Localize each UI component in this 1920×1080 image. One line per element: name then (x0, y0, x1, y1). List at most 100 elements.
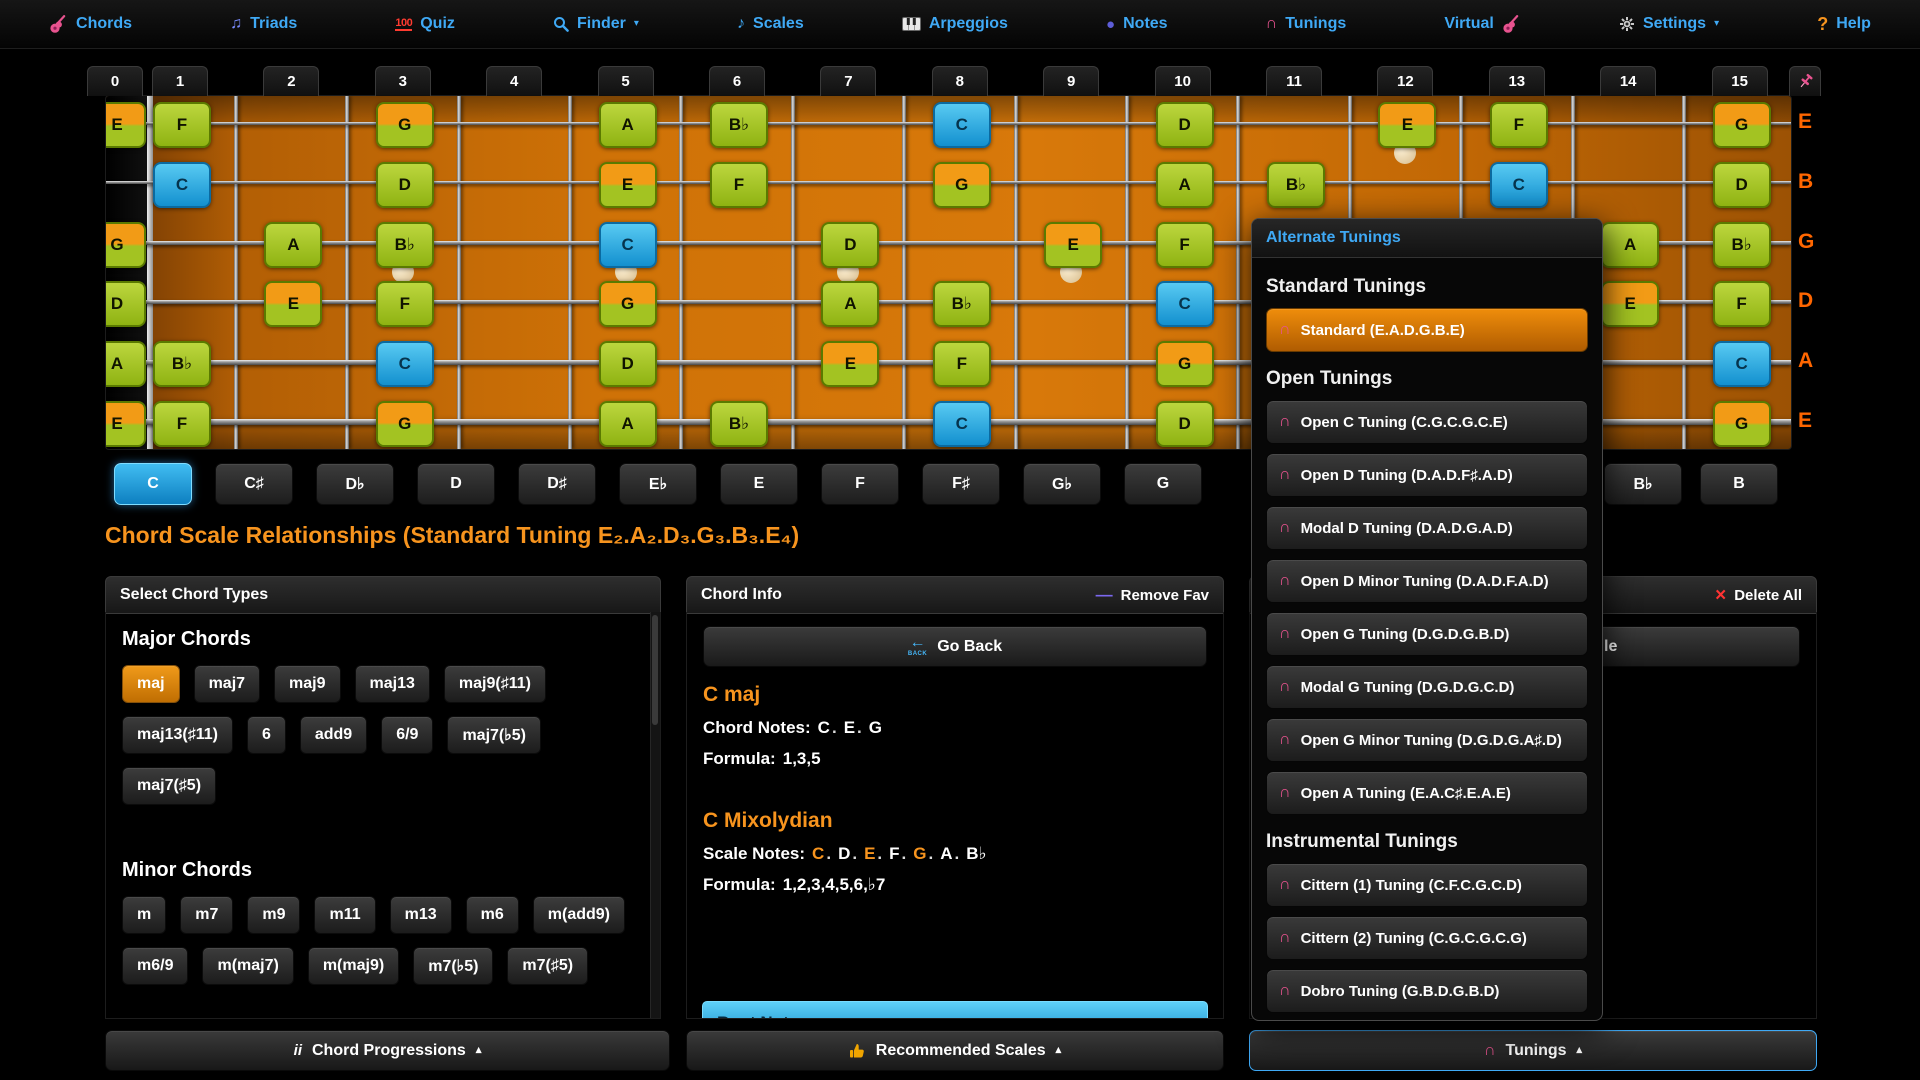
chord-type-6-9[interactable]: 6/9 (381, 716, 433, 754)
chord-type-maj7-flat5[interactable]: maj7(♭5) (447, 716, 541, 754)
scale-formula-line: Formula:1,2,3,4,5,6,♭7 (703, 875, 1207, 895)
note-select-fsharp[interactable]: F♯ (922, 463, 1000, 505)
scrollbar[interactable] (650, 612, 660, 1018)
top-nav: Chords ♫Triads 100Quiz Finder▾ ♪Scales Arpegg… (0, 0, 1920, 49)
nav-item-tunings[interactable]: ∩Tunings (1266, 15, 1347, 33)
chord-type-maj13-sharp11[interactable]: maj13(♯11) (122, 716, 233, 754)
tuning-fork-icon: ∩ (1266, 16, 1278, 32)
tuning-fork-icon: ∩ (1279, 930, 1291, 946)
note-select-dflat[interactable]: D♭ (316, 463, 394, 505)
note-select-b[interactable]: B (1700, 463, 1778, 505)
chord-type-m6-9[interactable]: m6/9 (122, 947, 188, 985)
tuning-option-standard-e-a-d-g-b-e[interactable]: ∩Standard (E.A.D.G.B.E) (1266, 308, 1588, 352)
note-select-csharp[interactable]: C♯ (215, 463, 293, 505)
chord-type-m7-sharp5[interactable]: m7(♯5) (507, 947, 588, 985)
note-select-c[interactable]: C (114, 463, 192, 505)
chord-type-m13[interactable]: m13 (390, 896, 452, 934)
tuning-option-open-d-minor-tuning-d-a-d-f-a-d[interactable]: ∩Open D Minor Tuning (D.A.D.F.A.D) (1266, 559, 1588, 603)
remove-fav-button[interactable]: — Remove Fav (1096, 585, 1209, 605)
note-select-e[interactable]: E (720, 463, 798, 505)
nav-item-chords[interactable]: Chords (49, 15, 132, 34)
tunings-dropdown: Alternate Tunings Standard Tunings∩Stand… (1251, 218, 1603, 1021)
tuning-option-open-g-minor-tuning-d-g-d-g-asharp-d[interactable]: ∩Open G Minor Tuning (D.G.D.G.A♯.D) (1266, 718, 1588, 762)
chord-info-header: Chord Info — Remove Fav (686, 576, 1224, 614)
nav-item-notes[interactable]: ●Notes (1106, 15, 1168, 33)
chord-type-m11[interactable]: m11 (314, 896, 375, 934)
note-select-d[interactable]: D (417, 463, 495, 505)
note-select-eflat[interactable]: E♭ (619, 463, 697, 505)
go-back-button[interactable]: ←BACK Go Back (703, 626, 1207, 667)
chord-type-m-add9[interactable]: m(add9) (533, 896, 625, 934)
nav-item-help[interactable]: ?Help (1817, 15, 1871, 33)
chord-type-add9[interactable]: add9 (300, 716, 367, 754)
tuning-option-cittern-1-tuning-c-f-c-g-c-d[interactable]: ∩Cittern (1) Tuning (C.F.C.G.C.D) (1266, 863, 1588, 907)
chord-types-title: Select Chord Types (120, 586, 268, 604)
nav-item-quiz[interactable]: 100Quiz (395, 15, 455, 33)
chord-type-m6[interactable]: m6 (466, 896, 519, 934)
bottom-button-label: Chord Progressions (312, 1042, 466, 1060)
x-icon: × (1715, 586, 1726, 605)
chord-type-m9[interactable]: m9 (247, 896, 300, 934)
chord-type-maj13[interactable]: maj13 (355, 665, 430, 703)
chord-type-maj9[interactable]: maj9 (274, 665, 340, 703)
chord-notes-value: C.E.G (818, 718, 882, 737)
chord-type-maj[interactable]: maj (122, 665, 180, 703)
nav-item-settings[interactable]: Settings▾ (1619, 15, 1719, 33)
bottom-button-recommended-scales[interactable]: Recommended Scales▴ (686, 1030, 1224, 1071)
chord-info-title: Chord Info (701, 586, 782, 604)
note-select-bflat[interactable]: B♭ (1604, 463, 1682, 505)
note-select-dsharp[interactable]: D♯ (518, 463, 596, 505)
tuning-label: Open A Tuning (E.A.C♯.E.A.E) (1301, 785, 1511, 802)
bottom-button-chord-progressions[interactable]: iiChord Progressions▴ (105, 1030, 670, 1071)
tuning-fork-icon: ∩ (1279, 983, 1291, 999)
note-select-gflat[interactable]: G♭ (1023, 463, 1101, 505)
nav-item-scales[interactable]: ♪Scales (737, 15, 804, 33)
chord-type-m7[interactable]: m7 (180, 896, 233, 934)
chord-types-panel: Select Chord Types Major Chordsmajmaj7ma… (105, 576, 661, 1019)
tunings-dropdown-header: Alternate Tunings (1252, 219, 1602, 258)
caret-up-icon: ▴ (1056, 1045, 1062, 1056)
chord-type-maj7[interactable]: maj7 (194, 665, 260, 703)
chord-group-title-minor-chords: Minor Chords (122, 859, 644, 882)
tuning-option-open-g-tuning-d-g-d-g-b-d[interactable]: ∩Open G Tuning (D.G.D.G.B.D) (1266, 612, 1588, 656)
scrollbar-thumb[interactable] (652, 615, 658, 725)
nav-item-triads[interactable]: ♫Triads (230, 15, 297, 33)
tuning-option-open-d-tuning-d-a-d-fsharp-a-d[interactable]: ∩Open D Tuning (D.A.D.F♯.A.D) (1266, 453, 1588, 497)
chord-type-m-maj9[interactable]: m(maj9) (308, 947, 399, 985)
chord-type-6[interactable]: 6 (247, 716, 286, 754)
nav-item-finder[interactable]: Finder▾ (553, 15, 639, 33)
tuning-option-cittern-2-tuning-c-g-c-g-c-g[interactable]: ∩Cittern (2) Tuning (C.G.C.G.C.G) (1266, 916, 1588, 960)
chord-type-m7-flat5[interactable]: m7(♭5) (413, 947, 493, 985)
tuning-option-modal-g-tuning-d-g-d-g-c-d[interactable]: ∩Modal G Tuning (D.G.D.G.C.D) (1266, 665, 1588, 709)
gear-icon (1619, 16, 1635, 32)
note-token-e: E (864, 844, 875, 863)
note-token-e: E (844, 718, 855, 737)
root-note-legend[interactable]: Root Note (702, 1001, 1208, 1019)
tuning-label: Open G Minor Tuning (D.G.D.G.A♯.D) (1301, 732, 1562, 749)
chord-formula-label: Formula: (703, 749, 776, 768)
scale-notes-line: Scale Notes:C.D.E.F.G.A.B♭ (703, 844, 1207, 864)
tuning-option-modal-d-tuning-d-a-d-g-a-d[interactable]: ∩Modal D Tuning (D.A.D.G.A.D) (1266, 506, 1588, 550)
chord-type-maj9-sharp11[interactable]: maj9(♯11) (444, 665, 546, 703)
tuning-option-open-a-tuning-e-a-csharp-e-a-e[interactable]: ∩Open A Tuning (E.A.C♯.E.A.E) (1266, 771, 1588, 815)
note-token-c: C (818, 718, 830, 737)
bottom-bar: iiChord Progressions▴ Recommended Scales▴… (0, 1030, 1920, 1080)
nav-label: Quiz (420, 15, 455, 33)
note-token-g: G (913, 844, 926, 863)
delete-all-button[interactable]: × Delete All (1715, 586, 1802, 605)
bottom-button-tunings[interactable]: ∩Tunings▴ (1249, 1030, 1817, 1071)
separator: . (826, 844, 831, 863)
tunings-dropdown-title: Alternate Tunings (1266, 229, 1401, 247)
note-select-f[interactable]: F (821, 463, 899, 505)
scale-name: C Mixolydian (703, 809, 1207, 833)
tuning-option-open-c-tuning-c-g-c-g-c-e[interactable]: ∩Open C Tuning (C.G.C.G.C.E) (1266, 400, 1588, 444)
chord-type-m[interactable]: m (122, 896, 166, 934)
chord-type-maj7-sharp5[interactable]: maj7(♯5) (122, 767, 216, 805)
chord-type-m-maj7[interactable]: m(maj7) (202, 947, 293, 985)
nav-item-arpeggios[interactable]: Arpeggios (902, 15, 1008, 33)
tuning-option-dobro-tuning-g-b-d-g-b-d[interactable]: ∩Dobro Tuning (G.B.D.G.B.D) (1266, 969, 1588, 1013)
note-select-g[interactable]: G (1124, 463, 1202, 505)
tuning-label: Modal G Tuning (D.G.D.G.C.D) (1301, 679, 1515, 696)
nav-item-virtual[interactable]: Virtual (1444, 15, 1521, 34)
delete-all-label: Delete All (1734, 587, 1802, 604)
